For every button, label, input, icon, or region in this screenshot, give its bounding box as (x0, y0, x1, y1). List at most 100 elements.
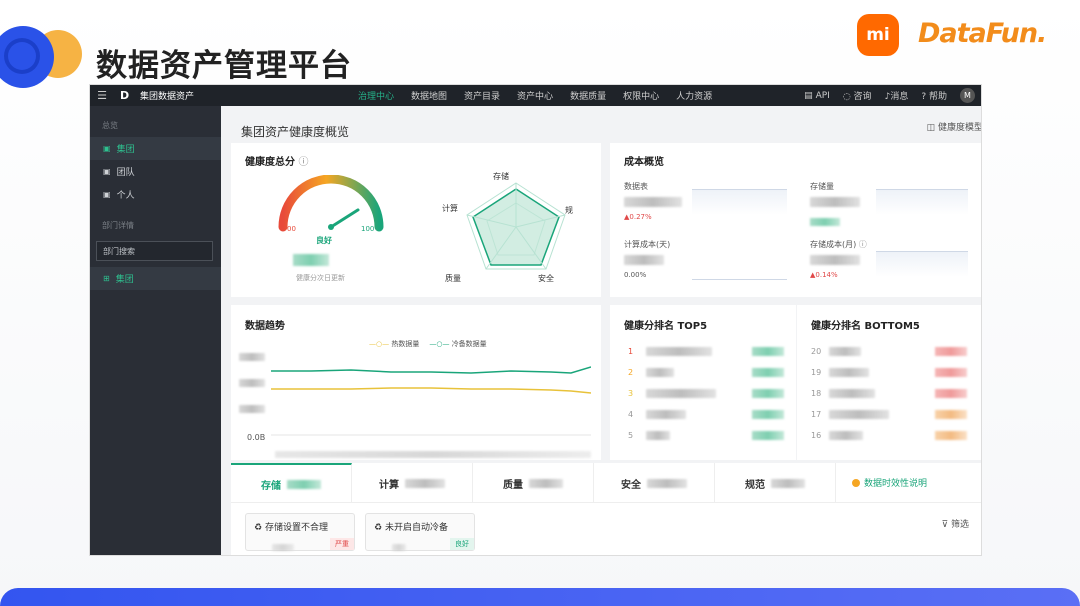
grid-icon: ▣ (103, 167, 111, 176)
radar-label-compute: 计算 (442, 204, 458, 213)
consult-link[interactable]: ◌ 咨询 (843, 89, 872, 102)
gauge-max-label: 100 (361, 225, 375, 233)
sidebar-item-group[interactable]: ▣ 集团 (90, 137, 221, 160)
expand-icon[interactable]: ⊞ (103, 274, 110, 283)
filter-button[interactable]: ⊽ 筛选 (942, 517, 969, 530)
department-search-input[interactable]: 部门搜索 (96, 241, 213, 261)
update-note: 健康分次日更新 (296, 274, 345, 282)
bottom5-row[interactable]: 17 (811, 408, 967, 420)
slide-footer-bar (0, 588, 1080, 606)
grid-icon: ▣ (103, 144, 111, 153)
data-timeliness-link[interactable]: 数据时效性说明 (836, 463, 927, 502)
data-trend-card: 数据趋势 —○— 热数据量 —○— 冷备数据量 0.0B (231, 305, 601, 460)
api-icon: ▤ (804, 90, 813, 101)
cold-data-series (271, 366, 591, 374)
app-logo: D (120, 89, 130, 102)
radar-label-quality: 质量 (445, 274, 461, 283)
issue-card[interactable]: ♻ 未开启自动冷备 良好 (365, 513, 475, 551)
app-window: ☰ D 集团数据资产 治理中心 数据地图 资产目录 资产中心 数据质量 权限中心… (89, 84, 982, 556)
tab-security[interactable]: 安全 (594, 463, 715, 503)
legend-cold-data[interactable]: —○— 冷备数据量 (429, 339, 486, 349)
severity-tag: 良好 (450, 538, 474, 550)
top-navbar: ☰ D 集团数据资产 治理中心 数据地图 资产目录 资产中心 数据质量 权限中心… (90, 85, 981, 106)
cost-metric-tables: 数据表 ▲0.27% (624, 181, 794, 221)
bottom5-ranking-card: 健康分排名 BOTTOM5 20 19 18 17 16 (797, 305, 981, 460)
sidebar-item-personal[interactable]: ▣ 个人 (90, 183, 221, 206)
chat-icon: ◌ (842, 92, 851, 102)
hamburger-menu-icon[interactable]: ☰ (90, 89, 114, 102)
top5-row[interactable]: 5 (628, 429, 784, 441)
tab-quality[interactable]: 质量 (473, 463, 594, 503)
model-icon: ◫ (926, 123, 936, 133)
legend-hot-data[interactable]: —○— 热数据量 (369, 339, 419, 349)
sidebar-item-team[interactable]: ▣ 团队 (90, 160, 221, 183)
severity-tag: 严重 (330, 538, 354, 550)
bottom5-title: 健康分排名 BOTTOM5 (811, 321, 920, 332)
api-link[interactable]: ▤ API (804, 91, 830, 101)
tab-standard[interactable]: 规范 (715, 463, 836, 503)
hot-data-series (271, 387, 591, 394)
health-score-card: 健康度总分 ⓘ 00 100 良好 健康分次日更新 存储 计算 规 质量 安全 (231, 143, 601, 297)
messages-link[interactable]: ♪消息 (885, 89, 909, 102)
health-score-title: 健康度总分 ⓘ (245, 157, 309, 168)
top5-ranking-card: 健康分排名 TOP5 1 2 3 4 5 (610, 305, 796, 460)
top5-row[interactable]: 2 (628, 366, 784, 378)
category-tabs: 存储 计算 质量 安全 规范 数据时效性说明 (231, 463, 981, 503)
nav-item-asset-catalog[interactable]: 资产目录 (464, 89, 500, 102)
presentation-logo (0, 26, 90, 96)
grid-icon: ▣ (103, 190, 111, 199)
health-radar-chart (466, 182, 566, 270)
datafun-logo: DataFun. (918, 18, 1047, 49)
x-axis-labels-redacted (275, 443, 591, 462)
cost-metric-compute: 计算成本(天) 0.00% (624, 239, 794, 280)
issue-list: ♻ 存储设置不合理 严重 ♻ 未开启自动冷备 良好 ⊽ 筛选 (231, 503, 981, 555)
info-dot-icon (852, 478, 860, 487)
top5-row[interactable]: 1 (628, 345, 784, 357)
trend-line-chart (271, 366, 591, 436)
y-axis-min-label: 0.0B (247, 433, 266, 442)
bottom5-row[interactable]: 18 (811, 387, 967, 399)
recycle-icon: ♻ (254, 523, 263, 533)
slide-title: 数据资产管理平台 (96, 48, 352, 84)
nav-item-data-map[interactable]: 数据地图 (411, 89, 447, 102)
help-circle-icon[interactable]: ⓘ (859, 240, 867, 249)
cost-metric-storage-cost: 存储成本(月) ⓘ ▲0.14% (810, 239, 980, 279)
sidebar: 总览 ▣ 集团 ▣ 团队 ▣ 个人 部门详情 部门搜索 ⊞ 集团 (90, 106, 221, 555)
tab-compute[interactable]: 计算 (352, 463, 473, 503)
cost-overview-title: 成本概览 (624, 157, 664, 168)
nav-right-actions: ▤ API ◌ 咨询 ♪消息 ? 帮助 M (804, 85, 975, 106)
sidebar-item-dept-group[interactable]: ⊞ 集团 (90, 267, 221, 290)
help-link[interactable]: ? 帮助 (921, 89, 947, 102)
nav-item-governance[interactable]: 治理中心 (358, 89, 394, 102)
main-nav: 治理中心 数据地图 资产目录 资产中心 数据质量 权限中心 人力资源 (358, 89, 729, 102)
filter-icon: ⊽ (941, 520, 949, 530)
user-avatar[interactable]: M (960, 88, 975, 103)
health-score-value-redacted (293, 251, 329, 270)
bottom5-row[interactable]: 20 (811, 345, 967, 357)
nav-item-data-quality[interactable]: 数据质量 (570, 89, 606, 102)
radar-label-security: 安全 (538, 274, 554, 283)
cost-metric-storage: 存储量 (810, 181, 980, 230)
top5-row[interactable]: 4 (628, 408, 784, 420)
bottom5-row[interactable]: 19 (811, 366, 967, 378)
tab-storage[interactable]: 存储 (231, 463, 352, 503)
issue-card[interactable]: ♻ 存储设置不合理 严重 (245, 513, 355, 551)
page-title: 集团资产健康度概览 (241, 125, 350, 139)
bottom5-row[interactable]: 16 (811, 429, 967, 441)
main-content: 集团资产健康度概览 ◫ 健康度模型 健康度总分 ⓘ 00 100 良好 健康分次… (221, 106, 981, 555)
nav-item-hr[interactable]: 人力资源 (676, 89, 712, 102)
nav-item-asset-center[interactable]: 资产中心 (517, 89, 553, 102)
help-circle-icon[interactable]: ⓘ (298, 157, 308, 168)
radar-label-standard: 规 (565, 206, 573, 215)
help-icon: ? (921, 92, 927, 102)
top5-title: 健康分排名 TOP5 (624, 321, 708, 332)
logo-blue-circle (0, 26, 54, 88)
radar-label-storage: 存储 (493, 172, 509, 181)
top5-row[interactable]: 3 (628, 387, 784, 399)
health-model-link[interactable]: ◫ 健康度模型 (926, 120, 981, 133)
data-trend-title: 数据趋势 (245, 321, 285, 332)
sidebar-group-overview: 总览 (102, 121, 118, 130)
sidebar-group-department: 部门详情 (102, 221, 134, 230)
recycle-icon: ♻ (374, 523, 383, 533)
nav-item-permission-center[interactable]: 权限中心 (623, 89, 659, 102)
